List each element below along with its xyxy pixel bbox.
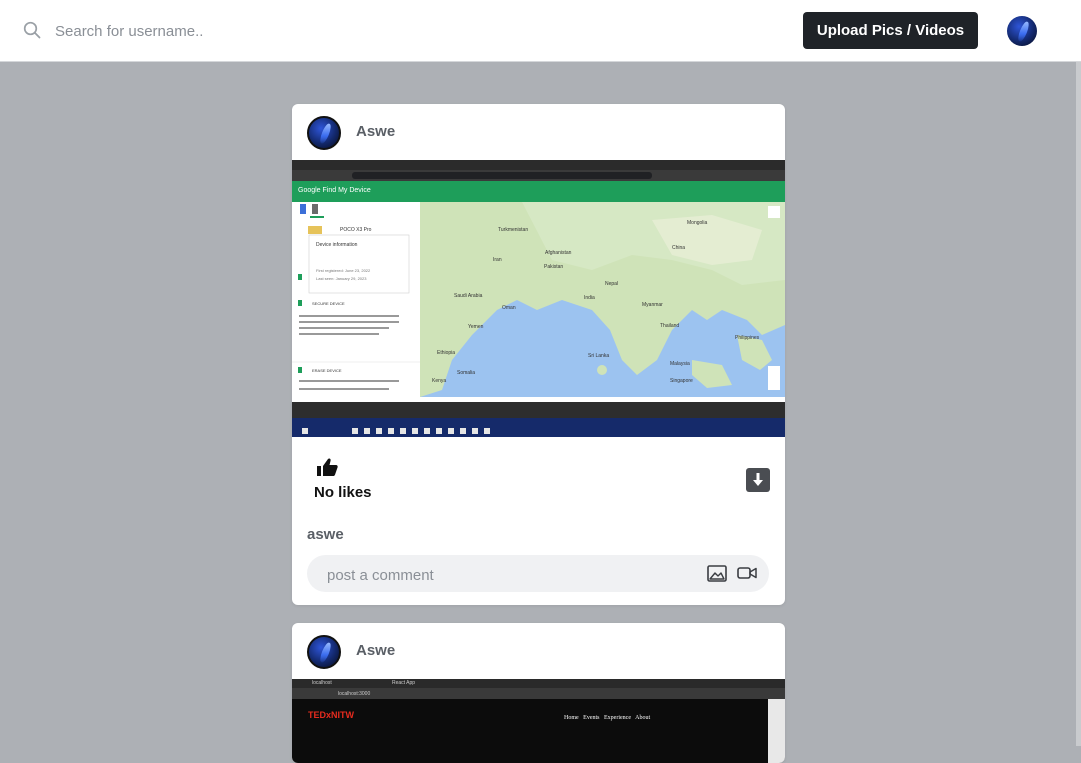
screenshot-illustration	[292, 160, 785, 437]
screenshot-nav-item: Home	[564, 715, 579, 721]
map-label: Pakistan	[544, 264, 564, 270]
map-label: India	[584, 295, 595, 301]
screenshot-info-first: First registered: June 23, 2022	[316, 268, 371, 273]
map-label: Sri Lanka	[588, 353, 610, 359]
map-label: Philippines	[735, 335, 760, 341]
post-caption: aswe	[307, 526, 344, 543]
comment-box	[307, 555, 769, 592]
screenshot-info-title: Device information	[316, 242, 358, 248]
map-label: Ethiopia	[437, 350, 456, 356]
screenshot-app-title: Google Find My Device	[298, 187, 371, 194]
screenshot-tab: React App	[392, 680, 416, 686]
map-label: Iran	[493, 257, 502, 263]
post-image[interactable]: localhost React App localhost:3000 TEDxN…	[292, 679, 785, 763]
post-avatar[interactable]	[307, 116, 341, 150]
screenshot-nav-item: Experience	[604, 715, 631, 721]
search-icon	[23, 21, 41, 39]
map-label: Myanmar	[642, 302, 663, 308]
post-image[interactable]: Google Find My Device POCO X3 Pro Device…	[292, 160, 785, 437]
screenshot-nav-item: About	[635, 715, 651, 721]
screenshot-nav-item: Events	[583, 715, 600, 721]
like-icon[interactable]	[316, 457, 338, 477]
scrollbar[interactable]	[1076, 62, 1081, 746]
likes-count: No likes	[314, 484, 372, 501]
screenshot-info-last: Last seen: January 29, 2023	[316, 276, 367, 281]
map-label: Turkmenistan	[498, 227, 529, 233]
top-bar: Upload Pics / Videos	[0, 0, 1081, 62]
map-label: Nepal	[605, 281, 619, 287]
screenshot-url: localhost:3000	[338, 691, 371, 697]
map-label: Singapore	[670, 378, 693, 384]
download-button[interactable]	[746, 468, 770, 492]
post-card: Aswe Google Find My Device POCO X3 Pro D…	[292, 104, 785, 605]
upload-button[interactable]: Upload Pics / Videos	[803, 12, 978, 49]
map-label: Mongolia	[687, 220, 708, 226]
map-label: Yemen	[468, 324, 484, 330]
download-icon	[753, 473, 763, 486]
map-label: Thailand	[660, 323, 680, 329]
screenshot-erase-title: ERASE DEVICE	[312, 368, 342, 373]
screenshot-secure-title: SECURE DEVICE	[312, 301, 345, 306]
map-label: Saudi Arabia	[454, 293, 483, 299]
map-label: Kenya	[432, 378, 447, 384]
search-input[interactable]	[53, 18, 417, 44]
profile-avatar[interactable]	[1007, 16, 1037, 46]
post-avatar[interactable]	[307, 635, 341, 669]
image-upload-icon[interactable]	[707, 565, 727, 582]
map-label: China	[672, 245, 686, 251]
screenshot-tab: localhost	[312, 680, 332, 686]
map-label: Malaysia	[670, 361, 690, 367]
map-label: Afghanistan	[545, 250, 572, 256]
post-username[interactable]: Aswe	[356, 123, 395, 140]
comment-input[interactable]	[325, 563, 689, 587]
map-label: Oman	[502, 305, 516, 311]
post-card: Aswe localhost React App localhost:3000 …	[292, 623, 785, 763]
map-label: Somalia	[457, 370, 476, 376]
post-username[interactable]: Aswe	[356, 642, 395, 659]
video-upload-icon[interactable]	[737, 566, 757, 580]
screenshot-device-name: POCO X3 Pro	[340, 227, 372, 233]
screenshot-brand: TEDxNITW	[308, 710, 354, 720]
